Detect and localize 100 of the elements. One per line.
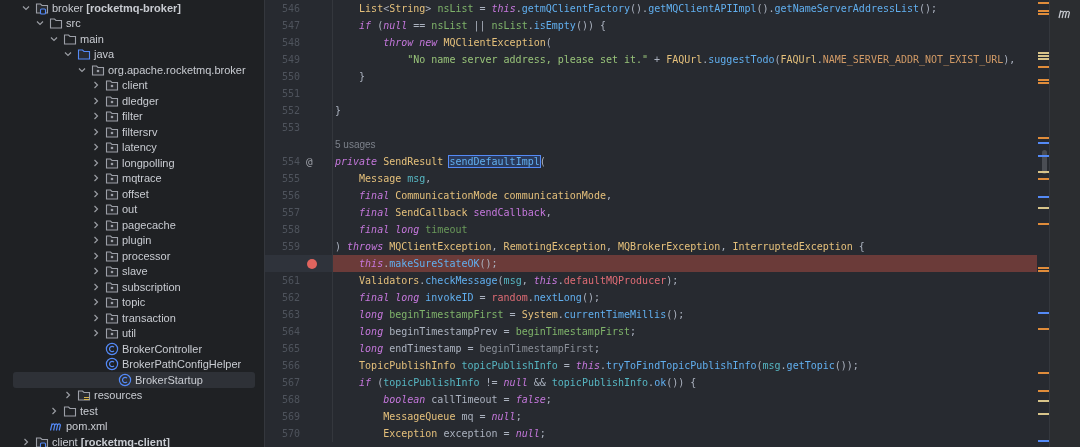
tree-item[interactable]: latency [0,139,256,155]
tree-item[interactable]: main [0,31,256,47]
tree-item-label: BrokerStartup [135,373,203,386]
tree-item-label: pagecache [122,218,176,231]
class-icon [105,341,119,356]
tree-item-label: plugin [122,234,152,247]
code-line: Message msg, [358,173,432,184]
folder-icon [105,310,119,325]
tree-item-label: test [80,404,98,417]
tree-item-label: mqtrace [122,172,162,185]
code-line: List<String> nsList = this.getmQClientFactory().getMQClientAPIImpl().getNameServerAddressList(); [358,3,938,14]
code-line: private SendResult sendDefaultImpl( [335,156,546,167]
folder-icon [105,248,119,263]
tree-item-label: topic [122,296,146,309]
tree-item[interactable]: client [0,77,256,93]
tree-item-label: out [122,203,138,216]
code-line: final long invokeID = random.nextLong(); [358,292,600,303]
tree-item-label: processor [122,249,171,262]
folder-icon [105,155,119,170]
tree-item[interactable]: filter [0,108,256,124]
folder-icon [105,326,119,341]
tree-item-label: org.apache.rocketmq.broker [108,63,246,76]
tree-item-label: java [94,48,115,61]
folder-icon [105,202,119,217]
tree-item-label: longpolling [122,156,175,169]
tree-item-label: filtersrv [122,125,158,138]
tree-item[interactable]: mqtrace [0,170,256,186]
tree-item-label: BrokerController [122,342,203,355]
code-line: final long timeout [358,224,468,235]
code-line: if (topicPublishInfo != null && topicPublishInfo.ok()) { [358,377,697,388]
code-line: TopicPublishInfo topicPublishInfo = this.tryToFindTopicPublishInfo(msg.getTopic()); [358,360,859,371]
tree-item-label: latency [122,141,157,154]
implements-gutter-icon[interactable]: @ [306,155,313,168]
tree-item[interactable]: topic [0,294,256,310]
tree-item[interactable]: pagecache [0,217,256,233]
folder-icon [105,124,119,139]
code-line: } [335,105,342,116]
tree-item[interactable]: subscription [0,279,256,295]
tree-item[interactable]: src [0,15,256,31]
tree-item[interactable]: slave [0,263,256,279]
tree-item[interactable]: test [0,403,256,419]
folder-icon [105,233,119,248]
tree-item[interactable]: resources [0,387,256,403]
tree-item-label: util [122,327,137,340]
code-line: } [358,71,366,82]
tree-item-label: BrokerPathConfigHelper [122,358,242,371]
tree-item-label: transaction [122,311,176,324]
code-line: MessageQueue mq = null; [382,411,522,422]
tree-item-label: client [122,79,148,92]
tree-item[interactable]: processor [0,248,256,264]
code-line: ) throws MQClientException, RemotingException, MQBrokerException, InterruptedException { [335,241,865,252]
tree-item[interactable]: longpolling [0,155,256,171]
folder-icon [105,171,119,186]
tree-item[interactable]: BrokerPathConfigHelper [0,356,256,372]
tree-item-label: main [80,32,104,45]
tree-item[interactable]: plugin [0,232,256,248]
folder-icon [77,388,91,403]
tree-item[interactable]: transaction [0,310,256,326]
tree-item-label: offset [122,187,149,200]
tree-item-label: filter [122,110,143,123]
code-line: Validators.checkMessage(msg, this.defaultMQProducer); [358,275,679,286]
class-icon [105,357,119,372]
folder-icon [49,16,63,31]
tree-item[interactable]: offset [0,186,256,202]
tree-item[interactable]: dledger [0,93,256,109]
tree-item-label: dledger [122,94,159,107]
code-line: boolean callTimeout = false; [382,394,552,405]
folder-icon [77,47,91,62]
code-line: long beginTimestampFirst = System.currentTimeMillis(); [358,309,685,320]
folder-icon [91,62,105,77]
tree-item[interactable]: org.apache.rocketmq.broker [0,62,256,78]
code-line: final SendCallback sendCallback, [358,207,552,218]
tree-item-label: src [66,17,81,30]
code-line: Exception exception = null; [382,428,546,439]
folder-icon [105,217,119,232]
folder-icon [105,186,119,201]
folder-icon [63,403,77,418]
tree-item[interactable]: BrokerController [0,341,256,357]
folder-icon [105,295,119,310]
tree-item-label: resources [94,389,143,402]
code-line: long beginTimestampPrev = beginTimestampFirst; [358,326,637,337]
code-line: this.makeSureStateOK(); [358,258,498,269]
folder-icon [105,78,119,93]
tree-item[interactable]: filtersrv [0,124,256,140]
tree-item[interactable]: out [0,201,256,217]
tree-item-label: pom.xml [66,420,108,433]
folder-icon [105,93,119,108]
usages-hint[interactable]: 5 usages [335,139,376,150]
folder-icon [63,31,77,46]
code-line: final CommunicationMode communicationMode, [358,190,612,201]
code-line: throw new MQClientException( [382,37,552,48]
breakpoint-icon[interactable] [306,257,318,270]
tree-item-label: slave [122,265,148,278]
code-line: if (null == nsList || nsList.isEmpty()) { [358,20,606,31]
tree-item[interactable]: java [0,46,256,62]
tree-item[interactable]: pom.xml [0,418,256,434]
tree-item[interactable]: util [0,325,256,341]
code-line: long endTimestamp = beginTimestampFirst; [358,343,600,354]
tree-item[interactable]: broker [rocketmq-broker] [0,0,256,16]
selected-tree-item[interactable]: BrokerStartup [13,372,255,388]
